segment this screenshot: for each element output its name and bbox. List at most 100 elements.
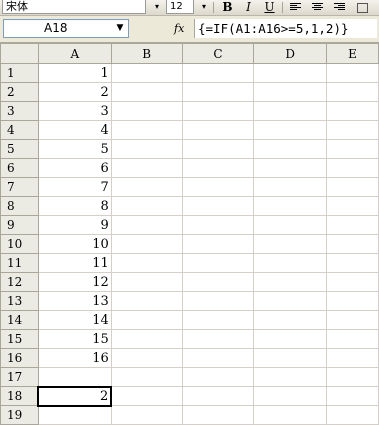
row-header[interactable]: 1 — [0, 63, 39, 83]
cell-a13[interactable]: 13 — [37, 291, 112, 311]
cell-c17[interactable] — [181, 367, 255, 387]
select-all-corner[interactable] — [0, 43, 39, 64]
cell-a14[interactable]: 14 — [37, 310, 112, 330]
cell-a6[interactable]: 6 — [37, 158, 112, 178]
cell-d5[interactable] — [253, 139, 328, 159]
cell-b2[interactable] — [110, 82, 183, 102]
cell-b17[interactable] — [110, 367, 183, 387]
name-box-dropdown-icon[interactable]: ▼ — [113, 20, 127, 37]
cell-d2[interactable] — [253, 82, 328, 102]
cell-e1[interactable] — [326, 63, 379, 83]
row-header[interactable]: 4 — [0, 120, 39, 140]
row-header[interactable]: 13 — [0, 291, 39, 311]
cell-e7[interactable] — [326, 177, 379, 197]
cell-c2[interactable] — [181, 82, 255, 102]
cell-d13[interactable] — [253, 291, 328, 311]
cell-a15[interactable]: 15 — [37, 329, 112, 349]
cell-b15[interactable] — [110, 329, 183, 349]
cell-b13[interactable] — [110, 291, 183, 311]
cell-e18[interactable] — [326, 386, 379, 406]
row-header[interactable]: 17 — [0, 367, 39, 387]
cell-a3[interactable]: 3 — [37, 101, 112, 121]
cell-e19[interactable] — [326, 405, 379, 425]
cell-b4[interactable] — [110, 120, 183, 140]
row-header[interactable]: 11 — [0, 253, 39, 273]
row-header[interactable]: 9 — [0, 215, 39, 235]
cell-b19[interactable] — [110, 405, 183, 425]
cell-c11[interactable] — [181, 253, 255, 273]
cell-e3[interactable] — [326, 101, 379, 121]
align-right-icon[interactable] — [334, 3, 345, 12]
column-header-c[interactable]: C — [181, 43, 255, 64]
cell-a16[interactable]: 16 — [37, 348, 112, 368]
row-header[interactable]: 5 — [0, 139, 39, 159]
align-center-icon[interactable] — [312, 3, 323, 12]
cell-e15[interactable] — [326, 329, 379, 349]
cell-b6[interactable] — [110, 158, 183, 178]
cell-e4[interactable] — [326, 120, 379, 140]
cell-b7[interactable] — [110, 177, 183, 197]
cell-d4[interactable] — [253, 120, 328, 140]
font-name-dropdown-icon[interactable]: ▾ — [152, 1, 162, 13]
cell-a5[interactable]: 5 — [37, 139, 112, 159]
cell-e13[interactable] — [326, 291, 379, 311]
cell-e9[interactable] — [326, 215, 379, 235]
cell-c4[interactable] — [181, 120, 255, 140]
cell-e16[interactable] — [326, 348, 379, 368]
column-header-d[interactable]: D — [253, 43, 328, 64]
name-box[interactable]: A18 — [3, 19, 129, 38]
column-header-e[interactable]: E — [326, 43, 379, 64]
cell-c19[interactable] — [181, 405, 255, 425]
cell-d10[interactable] — [253, 234, 328, 254]
cell-e14[interactable] — [326, 310, 379, 330]
cell-d15[interactable] — [253, 329, 328, 349]
cell-d8[interactable] — [253, 196, 328, 216]
align-left-icon[interactable] — [290, 3, 301, 12]
cell-c15[interactable] — [181, 329, 255, 349]
cell-e2[interactable] — [326, 82, 379, 102]
cell-d18[interactable] — [253, 386, 328, 406]
cell-c7[interactable] — [181, 177, 255, 197]
row-header[interactable]: 3 — [0, 101, 39, 121]
cell-a10[interactable]: 10 — [37, 234, 112, 254]
cell-c9[interactable] — [181, 215, 255, 235]
row-header[interactable]: 12 — [0, 272, 39, 292]
cell-e5[interactable] — [326, 139, 379, 159]
cell-a7[interactable]: 7 — [37, 177, 112, 197]
cell-c6[interactable] — [181, 158, 255, 178]
cell-c16[interactable] — [181, 348, 255, 368]
cell-e11[interactable] — [326, 253, 379, 273]
cell-b3[interactable] — [110, 101, 183, 121]
cell-b14[interactable] — [110, 310, 183, 330]
cell-e8[interactable] — [326, 196, 379, 216]
cell-d17[interactable] — [253, 367, 328, 387]
cell-d12[interactable] — [253, 272, 328, 292]
row-header[interactable]: 2 — [0, 82, 39, 102]
cell-a17[interactable] — [37, 367, 112, 387]
cell-a12[interactable]: 12 — [37, 272, 112, 292]
cell-e10[interactable] — [326, 234, 379, 254]
cell-c5[interactable] — [181, 139, 255, 159]
cell-d1[interactable] — [253, 63, 328, 83]
cell-b12[interactable] — [110, 272, 183, 292]
cell-a9[interactable]: 9 — [37, 215, 112, 235]
cell-d9[interactable] — [253, 215, 328, 235]
cell-b1[interactable] — [110, 63, 183, 83]
row-header[interactable]: 8 — [0, 196, 39, 216]
cell-b16[interactable] — [110, 348, 183, 368]
cell-b11[interactable] — [110, 253, 183, 273]
merge-center-icon[interactable] — [357, 3, 368, 13]
cell-a4[interactable]: 4 — [37, 120, 112, 140]
insert-function-icon[interactable]: fx — [174, 20, 188, 37]
column-header-b[interactable]: B — [110, 43, 183, 64]
row-header[interactable]: 19 — [0, 405, 39, 425]
cell-b18[interactable] — [110, 386, 183, 406]
row-header[interactable]: 6 — [0, 158, 39, 178]
cell-c14[interactable] — [181, 310, 255, 330]
cell-e12[interactable] — [326, 272, 379, 292]
row-header[interactable]: 7 — [0, 177, 39, 197]
bold-button[interactable]: B — [220, 0, 235, 14]
cell-a1[interactable]: 1 — [37, 63, 112, 83]
row-header[interactable]: 18 — [0, 386, 39, 406]
cell-d3[interactable] — [253, 101, 328, 121]
